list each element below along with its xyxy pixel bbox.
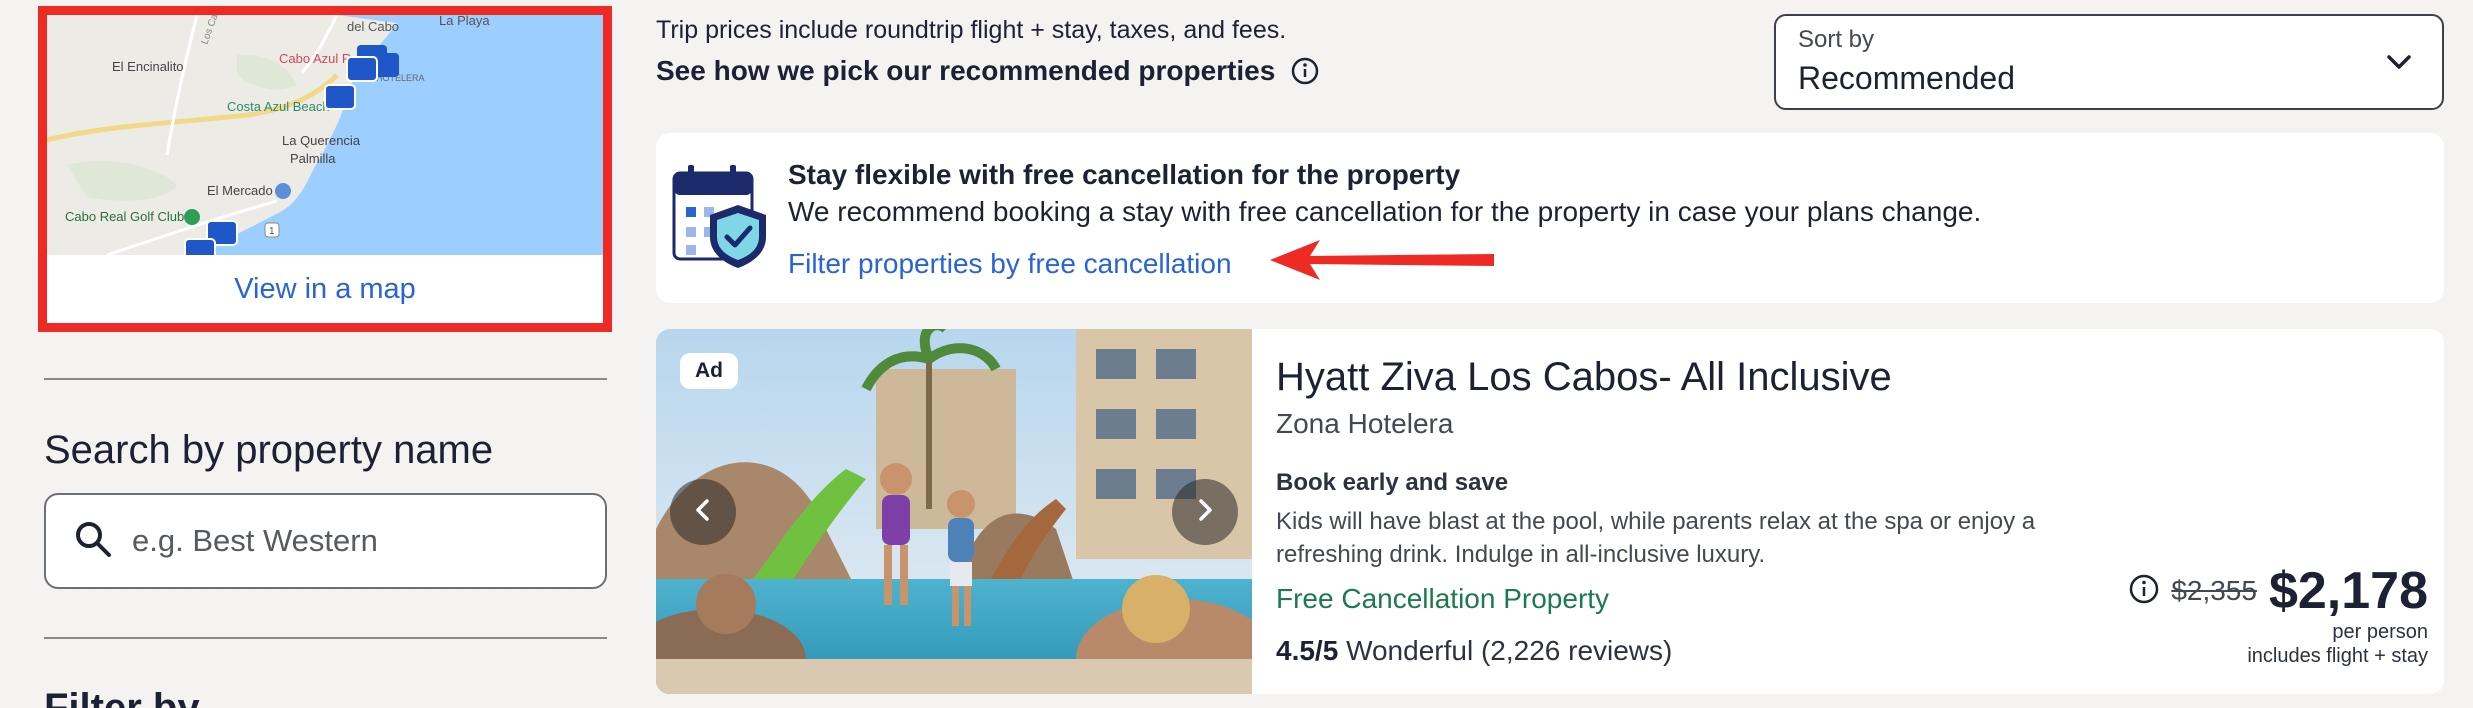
chevron-left-icon (693, 498, 713, 527)
recommended-explainer-link[interactable]: See how we pick our recommended properti… (656, 55, 1319, 87)
includes-label: includes flight + stay (2247, 645, 2428, 667)
per-person-label: per person (2332, 621, 2428, 643)
red-arrow-annotation-icon (1270, 238, 1496, 287)
promo-title: Stay flexible with free cancellation for… (788, 159, 1461, 190)
price-info-icon[interactable] (2129, 574, 2159, 609)
map-label-el-mercado: El Mercado (207, 183, 273, 198)
hotel-area: Zona Hotelera (1276, 408, 1454, 439)
map-link-area[interactable]: View in a map (47, 255, 603, 323)
divider (44, 637, 607, 639)
calendar-shield-icon (672, 165, 768, 274)
previous-photo-button[interactable] (670, 479, 736, 545)
svg-text:1: 1 (269, 226, 275, 237)
next-photo-button[interactable] (1172, 479, 1238, 545)
filter-free-cancellation-link[interactable]: Filter properties by free cancellation (788, 248, 1232, 280)
map-pin-mercado-icon (275, 183, 291, 199)
hotel-promo-title: Book early and save (1276, 469, 1509, 496)
view-in-map-link[interactable]: View in a map (234, 273, 416, 306)
trip-prices-note: Trip prices include roundtrip flight + s… (656, 16, 1287, 44)
price-row: $2,355 $2,178 (2129, 561, 2428, 621)
map-label-cabo-real: Cabo Real Golf Club (65, 209, 184, 224)
property-search-box[interactable] (44, 493, 607, 589)
hotel-rating: 4.5/5 Wonderful (2,226 reviews) (1276, 635, 1672, 667)
hotel-promo-description: Kids will have blast at the pool, while … (1276, 508, 2036, 568)
rating-score: 4.5/5 (1276, 635, 1339, 666)
map-label-cabo: del Cabo (347, 19, 399, 34)
map-label-la-querencia: La Querencia (282, 133, 361, 148)
free-cancellation-banner: Stay flexible with free cancellation for… (656, 133, 2444, 303)
sort-by-label: Sort by (1798, 26, 1875, 53)
sort-by-select[interactable]: Sort by Recommended (1774, 14, 2444, 110)
search-icon (74, 520, 112, 563)
map-preview-card[interactable]: del Cabo La Playa Los Cabo El Encinalito… (38, 6, 612, 332)
chevron-down-icon (2386, 54, 2412, 75)
info-icon[interactable] (1291, 57, 1319, 85)
map-preview[interactable]: del Cabo La Playa Los Cabo El Encinalito… (47, 15, 603, 255)
map-pin-golf-icon (184, 209, 200, 225)
map-label-el-encinalito: El Encinalito (112, 59, 184, 74)
recommended-explainer-label: See how we pick our recommended properti… (656, 55, 1276, 86)
property-search-input[interactable] (132, 523, 572, 559)
highway-shield-icon: 1 (264, 222, 280, 238)
ad-badge: Ad (680, 353, 738, 389)
hotel-photo[interactable]: Ad (656, 329, 1252, 694)
free-cancellation-label: Free Cancellation Property (1276, 583, 1610, 614)
map-label-palmilla: Palmilla (290, 151, 336, 166)
map-label-costa-azul: Costa Azul Beach (227, 99, 330, 114)
map-label-cabo-azul: Cabo Azul R (279, 51, 351, 66)
divider (44, 378, 607, 380)
chevron-right-icon (1195, 498, 1215, 527)
rating-text: Wonderful (2,226 reviews) (1346, 635, 1673, 666)
hotel-name[interactable]: Hyatt Ziva Los Cabos- All Inclusive (1276, 355, 1892, 400)
promo-description: We recommend booking a stay with free ca… (788, 196, 1982, 227)
current-price: $2,178 (2268, 562, 2428, 620)
sort-by-value: Recommended (1798, 60, 2015, 96)
map-label-la-playa: La Playa (439, 15, 490, 28)
search-by-property-title: Search by property name (44, 428, 494, 472)
hotel-card[interactable]: Ad Hyatt Ziva Los Cabos- All Inclusive Z… (656, 329, 2444, 694)
original-price: $2,355 (2171, 575, 2257, 606)
filter-by-title: Filter by (44, 686, 200, 708)
